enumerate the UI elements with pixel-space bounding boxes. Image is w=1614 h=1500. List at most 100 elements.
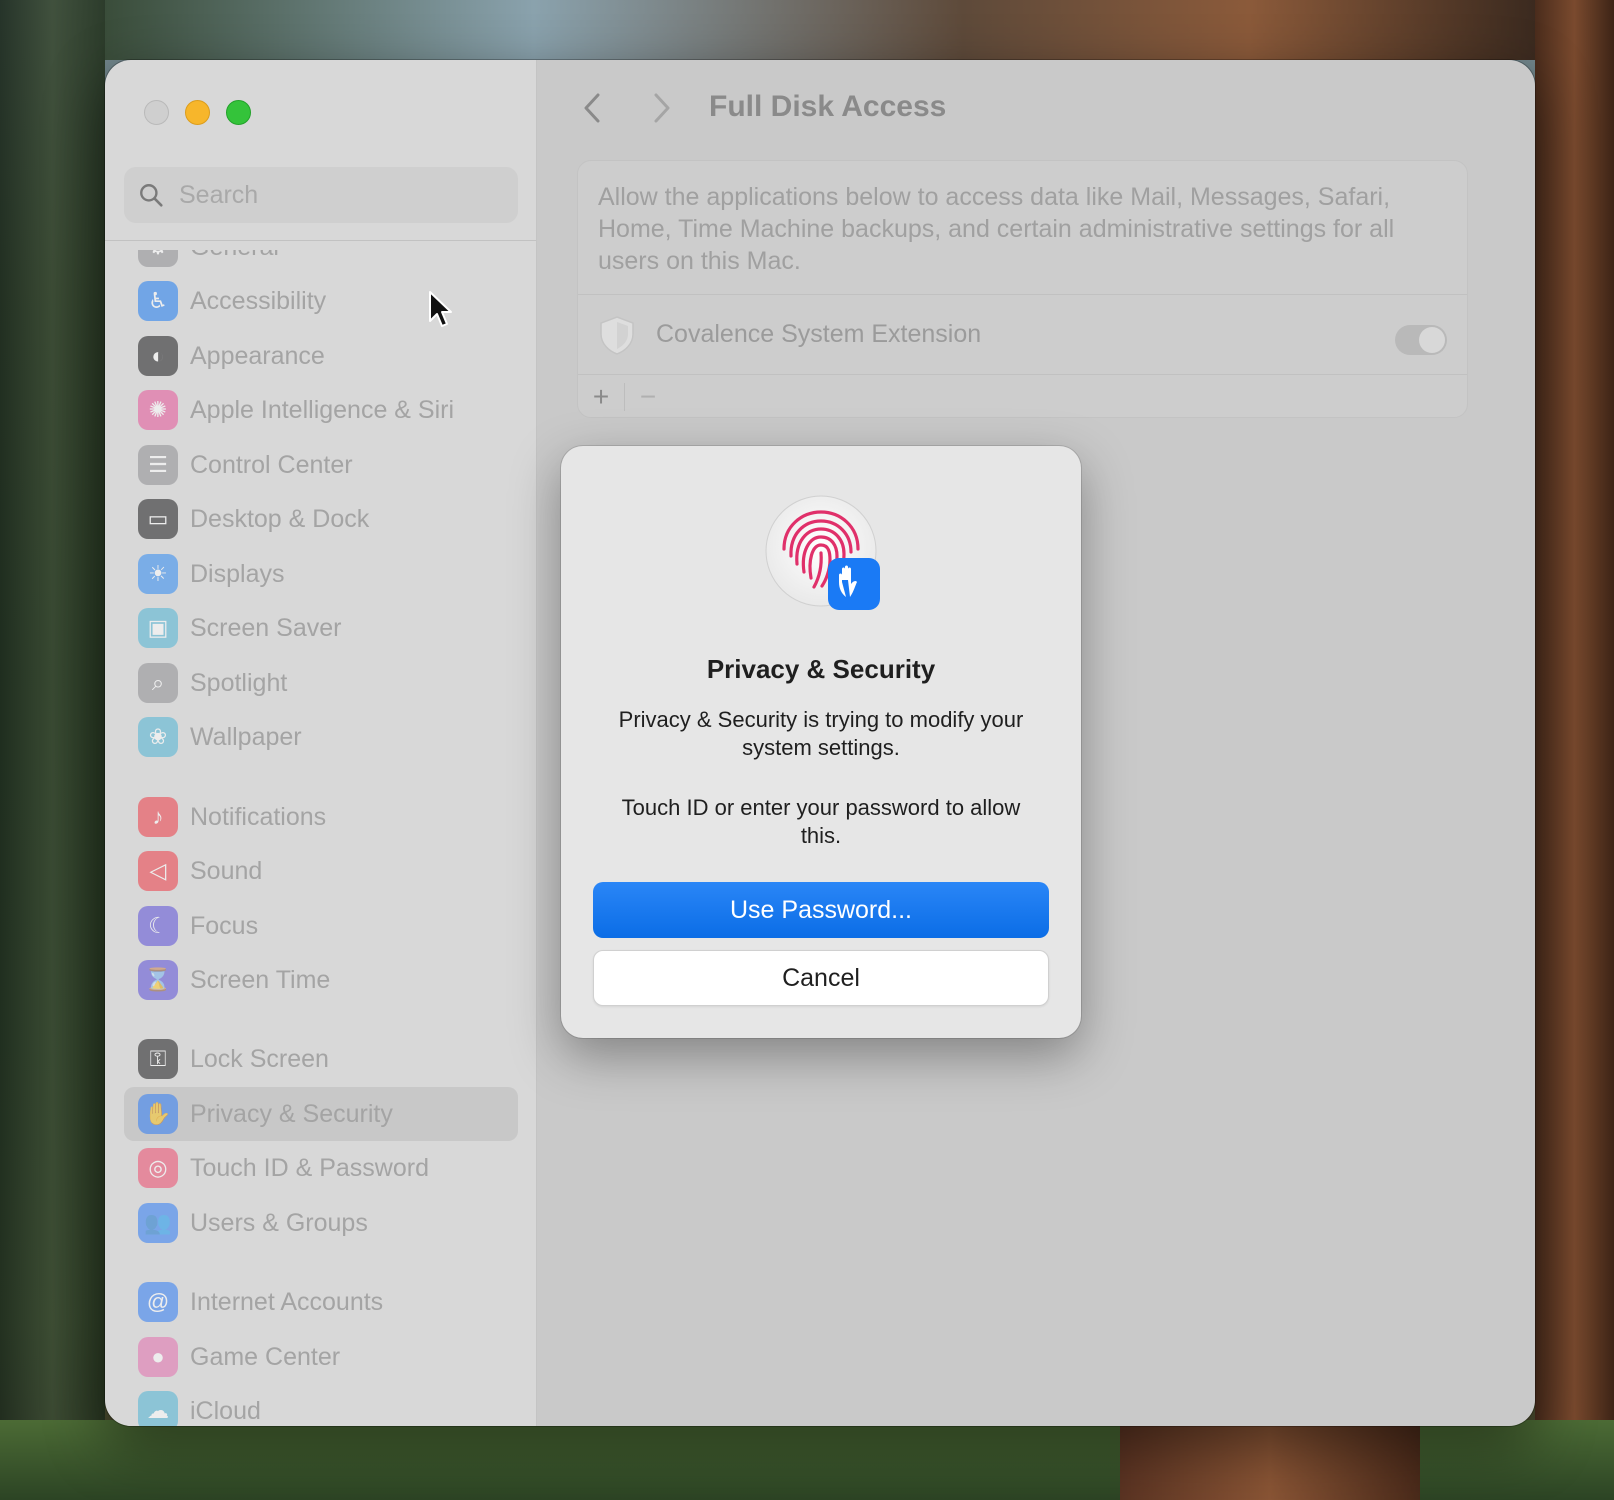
sidebar-item-touch-id-password[interactable]: ◎ Touch ID & Password bbox=[124, 1141, 518, 1195]
siri-icon: ✺ bbox=[138, 390, 178, 430]
shield-icon bbox=[600, 315, 634, 355]
sidebar-item-label: General bbox=[190, 250, 279, 262]
speaker-icon: ◁ bbox=[138, 851, 178, 891]
fingerprint-icon: ◎ bbox=[138, 1148, 178, 1188]
sidebar-item-label: Accessibility bbox=[190, 286, 327, 315]
sidebar-item-screen-saver[interactable]: ▣ Screen Saver bbox=[124, 601, 518, 655]
sidebar-item-privacy-security[interactable]: ✋ Privacy & Security bbox=[124, 1087, 518, 1141]
bell-icon: ♪ bbox=[138, 797, 178, 837]
icloud-icon: ☁ bbox=[138, 1391, 178, 1426]
sidebar-item-notifications[interactable]: ♪ Notifications bbox=[124, 790, 518, 844]
sidebar-item-control-center[interactable]: ☰ Control Center bbox=[124, 438, 518, 492]
control-center-icon: ☰ bbox=[138, 445, 178, 485]
wallpaper-sky bbox=[105, 0, 1535, 60]
sidebar-item-label: Control Center bbox=[190, 450, 353, 479]
toggle-knob bbox=[1419, 327, 1445, 353]
use-password-button[interactable]: Use Password... bbox=[593, 882, 1049, 938]
sidebar-item-lock-screen[interactable]: ⚿ Lock Screen bbox=[124, 1032, 518, 1086]
lock-icon: ⚿ bbox=[138, 1039, 178, 1079]
sidebar-item-spotlight[interactable]: ⌕ Spotlight bbox=[124, 656, 518, 710]
panel-description: Allow the applications below to access d… bbox=[598, 183, 1395, 275]
sidebar-item-label: Game Center bbox=[190, 1342, 341, 1371]
sidebar-item-desktop-dock[interactable]: ▭ Desktop & Dock bbox=[124, 492, 518, 546]
sidebar-item-label: Screen Time bbox=[190, 965, 331, 994]
sidebar-item-label: Users & Groups bbox=[190, 1208, 368, 1237]
search-placeholder: Search bbox=[179, 180, 259, 209]
dialog-title: Privacy & Security bbox=[706, 654, 936, 684]
back-button[interactable] bbox=[577, 90, 607, 126]
sidebar-item-screen-time[interactable]: ⌛ Screen Time bbox=[124, 953, 518, 1007]
appearance-icon: ◐ bbox=[138, 336, 178, 376]
search-field[interactable]: Search bbox=[124, 167, 518, 223]
touch-id-privacy-icon bbox=[765, 495, 880, 610]
sidebar-divider bbox=[105, 240, 536, 241]
sidebar-item-label: Appearance bbox=[190, 341, 325, 370]
sidebar-item-appearance[interactable]: ◐ Appearance bbox=[124, 329, 518, 383]
wallpaper-forest-left bbox=[0, 0, 105, 1500]
wallpaper-icon: ❀ bbox=[138, 717, 178, 757]
game-center-icon: ● bbox=[138, 1337, 178, 1377]
chevron-left-icon bbox=[584, 93, 600, 123]
cancel-button[interactable]: Cancel bbox=[593, 950, 1049, 1006]
displays-icon: ☀ bbox=[138, 554, 178, 594]
wallpaper-trunk-right bbox=[1535, 0, 1614, 1500]
dock-icon: ▭ bbox=[138, 499, 178, 539]
users-icon: 👥 bbox=[138, 1203, 178, 1243]
app-row[interactable]: Covalence System Extension bbox=[578, 294, 1467, 374]
sidebar-item-label: Wallpaper bbox=[190, 722, 302, 751]
sidebar-item-label: Spotlight bbox=[190, 668, 288, 697]
minimize-window-button[interactable] bbox=[185, 100, 210, 125]
sidebar-item-sound[interactable]: ◁ Sound bbox=[124, 844, 518, 898]
close-window-button[interactable] bbox=[144, 100, 169, 125]
traffic-lights bbox=[144, 100, 251, 125]
dialog-message: Privacy & Security is trying to modify y… bbox=[618, 707, 1024, 760]
sidebar: Search ⚙ General ♿ Accessibility ◐ Appearance… bbox=[105, 60, 537, 1426]
sidebar-item-label: Privacy & Security bbox=[190, 1099, 393, 1128]
sidebar-item-label: iCloud bbox=[190, 1396, 261, 1425]
sidebar-item-displays[interactable]: ☀ Displays bbox=[124, 547, 518, 601]
wallpaper-trunk-bottom bbox=[1120, 1420, 1420, 1500]
hand-icon: ✋ bbox=[138, 1094, 178, 1134]
panel-toolbar: + − bbox=[578, 374, 1467, 418]
sidebar-item-label: Sound bbox=[190, 856, 263, 885]
accessibility-icon: ♿ bbox=[138, 281, 178, 321]
at-icon: @ bbox=[138, 1282, 178, 1322]
sidebar-item-label: Apple Intelligence & Siri bbox=[190, 395, 455, 424]
zoom-window-button[interactable] bbox=[226, 100, 251, 125]
full-disk-access-panel: Allow the applications below to access d… bbox=[577, 160, 1468, 418]
spotlight-icon: ⌕ bbox=[138, 663, 178, 703]
sidebar-item-label: Screen Saver bbox=[190, 613, 342, 642]
search-icon bbox=[140, 184, 163, 207]
add-app-button[interactable]: + bbox=[578, 375, 624, 418]
sidebar-item-label: Focus bbox=[190, 911, 259, 940]
app-name: Covalence System Extension bbox=[656, 320, 982, 348]
sidebar-item-label: Internet Accounts bbox=[190, 1287, 384, 1316]
sidebar-item-label: Displays bbox=[190, 559, 285, 588]
screen-saver-icon: ▣ bbox=[138, 608, 178, 648]
sidebar-item-wallpaper[interactable]: ❀ Wallpaper bbox=[124, 710, 518, 764]
dialog-prompt: Touch ID or enter your password to allow… bbox=[621, 795, 1021, 848]
sidebar-item-label: Notifications bbox=[190, 802, 327, 831]
sidebar-item-label: Lock Screen bbox=[190, 1044, 329, 1073]
sidebar-item-accessibility[interactable]: ♿ Accessibility bbox=[124, 274, 518, 328]
sidebar-item-icloud[interactable]: ☁ iCloud bbox=[124, 1384, 518, 1426]
sidebar-item-general[interactable]: ⚙ General bbox=[124, 250, 518, 274]
remove-app-button[interactable]: − bbox=[625, 375, 671, 418]
gear-icon: ⚙ bbox=[138, 250, 178, 267]
forward-button[interactable] bbox=[647, 90, 677, 126]
page-title: Full Disk Access bbox=[709, 90, 947, 123]
mouse-pointer-icon bbox=[429, 291, 452, 327]
hourglass-icon: ⌛ bbox=[138, 960, 178, 1000]
chevron-right-icon bbox=[654, 93, 670, 123]
sidebar-item-label: Touch ID & Password bbox=[190, 1153, 429, 1182]
sidebar-list: ⚙ General ♿ Accessibility ◐ Appearance ✺ Apple … bbox=[124, 250, 518, 1426]
sidebar-item-focus[interactable]: ☾ Focus bbox=[124, 899, 518, 953]
sidebar-item-game-center[interactable]: ● Game Center bbox=[124, 1330, 518, 1384]
sidebar-item-label: Desktop & Dock bbox=[190, 504, 370, 533]
app-access-toggle[interactable] bbox=[1395, 325, 1447, 355]
authorization-dialog: Privacy & Security Privacy & Security is… bbox=[561, 446, 1081, 1038]
sidebar-item-internet-accounts[interactable]: @ Internet Accounts bbox=[124, 1275, 518, 1329]
sidebar-item-users-groups[interactable]: 👥 Users & Groups bbox=[124, 1196, 518, 1250]
moon-icon: ☾ bbox=[138, 906, 178, 946]
sidebar-item-apple-intelligence-siri[interactable]: ✺ Apple Intelligence & Siri bbox=[124, 383, 518, 437]
